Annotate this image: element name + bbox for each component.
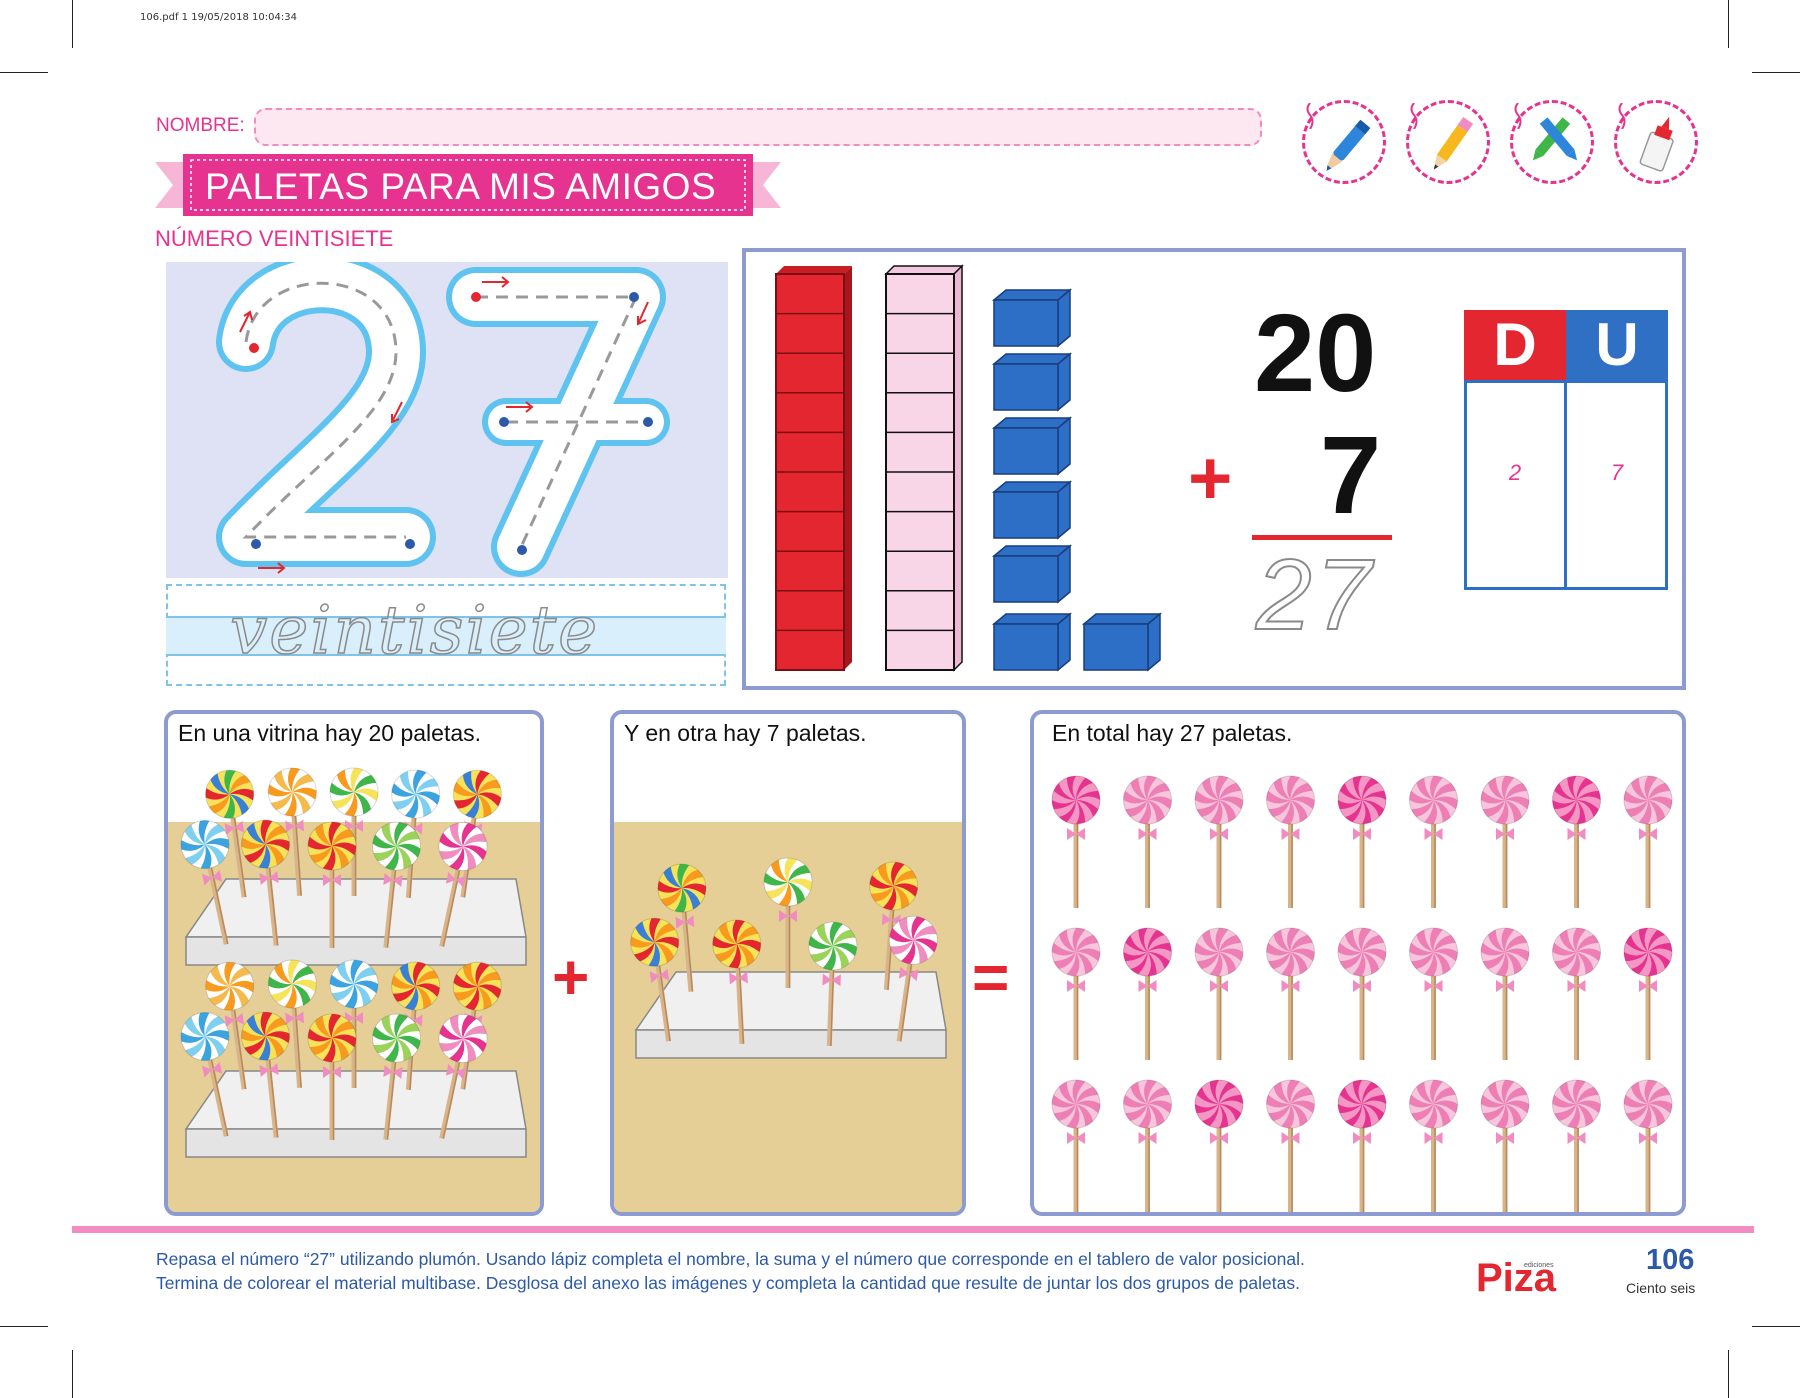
lollipop <box>1480 927 1530 1060</box>
tool-badge-marker <box>1302 100 1386 184</box>
instructions: Repasa el número “27” utilizando plumón.… <box>156 1247 1305 1295</box>
lollipop <box>1623 1079 1673 1212</box>
name-field[interactable] <box>254 108 1262 146</box>
sum-units: 7 <box>1320 414 1382 537</box>
crop-mark <box>1728 0 1729 48</box>
lollipop <box>1051 927 1101 1060</box>
lollipop <box>1337 1079 1387 1212</box>
lollipop <box>1051 1079 1101 1212</box>
base-ten-blocks <box>775 264 1163 672</box>
units-value[interactable]: 7 <box>1566 460 1668 486</box>
sum-tens: 20 <box>1254 292 1377 415</box>
unit-cubes <box>991 288 1163 672</box>
tool-badge-glue <box>1614 100 1698 184</box>
crop-mark <box>0 1326 48 1327</box>
lollipop <box>1123 927 1172 1060</box>
story-panel-second-display: Y en otra hay 7 paletas. <box>610 710 966 1216</box>
traceable-number-27[interactable] <box>166 262 728 578</box>
tool-badge-crayons <box>1510 100 1594 184</box>
lollipop <box>1337 775 1387 908</box>
lollipop <box>1623 927 1673 1060</box>
instruction-line-2: Termina de colorear el material multibas… <box>156 1273 1300 1293</box>
page-number-words: Ciento seis <box>1626 1280 1696 1296</box>
lollipop <box>1123 775 1172 908</box>
lollipop <box>1194 775 1244 908</box>
page-number: 106 <box>1646 1244 1695 1276</box>
lollipop <box>1266 1079 1315 1212</box>
lollipop <box>1123 1079 1172 1212</box>
display-shelf <box>634 971 947 1059</box>
lollipop <box>1409 1079 1458 1212</box>
print-metadata: 106.pdf 1 19/05/2018 10:04:34 <box>140 12 297 23</box>
tens-value[interactable]: 2 <box>1464 460 1566 486</box>
page-title: PALETAS PARA MIS AMIGOS <box>205 166 717 207</box>
cursive-word: veintisiete <box>229 591 600 670</box>
crop-mark <box>72 0 73 48</box>
lollipop-display-case <box>614 822 962 1212</box>
units-header: U <box>1566 310 1668 380</box>
name-label: NOMBRE: <box>156 115 245 136</box>
lollipop <box>1051 775 1101 908</box>
lollipop <box>1266 775 1315 908</box>
story-plus-sign: + <box>552 941 590 1013</box>
story-panel-total: En total hay 27 paletas. <box>1030 710 1686 1216</box>
publisher-logo-small: ediciones <box>1524 1262 1554 1269</box>
sum-result-trace[interactable]: 27 <box>1255 539 1375 651</box>
lollipop <box>1409 775 1458 908</box>
lollipop <box>1480 1079 1530 1212</box>
lollipop <box>1409 927 1458 1060</box>
lollipop <box>1194 927 1244 1060</box>
marker-icon <box>1326 119 1371 171</box>
ten-rod-pink <box>884 264 964 672</box>
place-value-table: D U 2 7 <box>1464 310 1668 590</box>
tool-badge-pencil <box>1406 100 1490 184</box>
footer-divider <box>72 1226 1754 1233</box>
lollipop-display-case <box>168 767 540 1212</box>
crop-mark <box>1728 1350 1729 1398</box>
sum-plus-sign: + <box>1188 436 1233 521</box>
glue-icon <box>1639 116 1674 172</box>
crop-mark <box>1752 72 1800 73</box>
lollipop-grid <box>1051 775 1673 1212</box>
instruction-line-1: Repasa el número “27” utilizando plumón.… <box>156 1249 1305 1269</box>
lollipop <box>1552 1079 1601 1212</box>
lollipop <box>1194 1079 1244 1212</box>
lollipop <box>1552 775 1601 908</box>
lollipop <box>1623 775 1673 908</box>
lollipop <box>1266 927 1315 1060</box>
crop-mark <box>1752 1326 1800 1327</box>
story-equals-sign: = <box>972 941 1010 1013</box>
pencil-icon <box>1433 116 1474 170</box>
story-panel-first-display: En una vitrina hay 20 paletas. <box>164 710 544 1216</box>
crop-mark <box>72 1350 73 1398</box>
lollipop <box>1480 775 1530 908</box>
lollipop <box>1337 927 1387 1060</box>
page-subtitle: NÚMERO VEINTISIETE <box>155 226 394 251</box>
ten-rod-red <box>775 266 852 671</box>
crop-mark <box>0 72 48 73</box>
crayons-icon <box>1532 117 1578 161</box>
tens-header: D <box>1464 310 1566 380</box>
lollipop <box>1552 927 1601 1060</box>
